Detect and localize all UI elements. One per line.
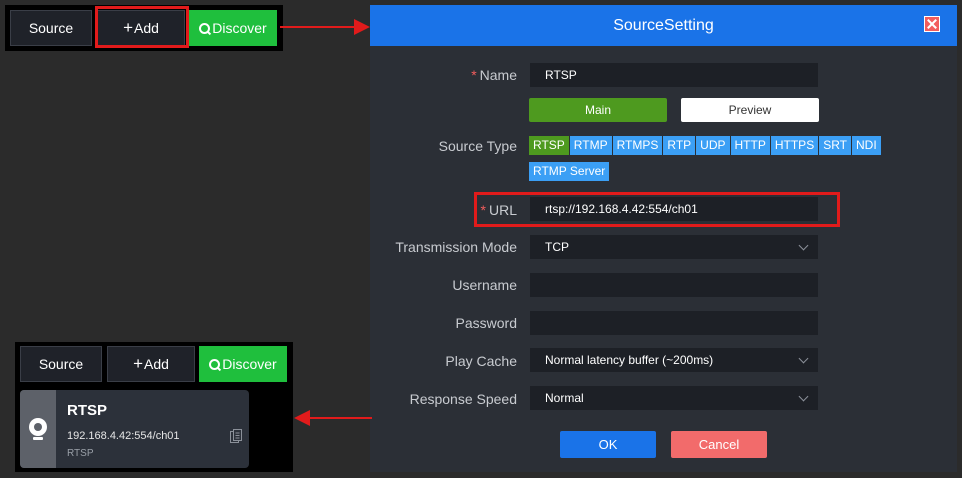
source-type-rtmps[interactable]: RTMPS — [612, 136, 663, 155]
dialog-header: SourceSetting — [370, 5, 957, 46]
transmission-mode-select[interactable]: TCP — [530, 235, 818, 259]
plus-icon: + — [133, 354, 143, 373]
name-input[interactable] — [530, 63, 818, 87]
source-url: 192.168.4.42:554/ch01 — [67, 430, 180, 442]
source-list: RTSP 192.168.4.42:554/ch01 RTSP — [15, 386, 293, 472]
chevron-down-icon — [798, 240, 809, 250]
add-button[interactable]: + Add — [107, 346, 195, 382]
discover-button-label: Discover — [222, 356, 277, 372]
source-type-http[interactable]: HTTP — [730, 136, 770, 155]
copy-icon[interactable] — [230, 429, 242, 443]
response-speed-label: Response Speed — [409, 391, 517, 407]
chevron-down-icon — [798, 391, 809, 401]
password-input[interactable] — [530, 311, 818, 335]
source-type-tag: RTSP — [67, 448, 94, 459]
tab-preview[interactable]: Preview — [681, 98, 819, 122]
source-thumbnail — [20, 390, 56, 468]
source-type-udp[interactable]: UDP — [696, 136, 730, 155]
username-label: Username — [452, 277, 517, 293]
play-cache-label: Play Cache — [445, 353, 517, 369]
source-type-rtmp[interactable]: RTMP — [569, 136, 612, 155]
discover-button[interactable]: Discover — [189, 10, 277, 46]
add-button-label: Add — [144, 356, 169, 372]
source-type-rtsp[interactable]: RTSP — [529, 136, 569, 155]
source-type-options: RTSP RTMP RTMPS RTP UDP HTTP HTTPS SRT NDI RTMP S… — [529, 136, 909, 188]
url-field-highlight — [474, 192, 840, 227]
source-button-label: Source — [38, 356, 84, 372]
response-speed-value: Normal — [545, 391, 584, 405]
cancel-button[interactable]: Cancel — [671, 431, 767, 458]
search-icon — [209, 358, 221, 370]
bottom-toolbar: Source + Add Discover — [15, 342, 293, 386]
tab-main[interactable]: Main — [529, 98, 667, 122]
close-icon[interactable] — [924, 16, 940, 32]
ok-button[interactable]: OK — [560, 431, 656, 458]
chevron-down-icon — [798, 353, 809, 363]
play-cache-value: Normal latency buffer (~200ms) — [545, 353, 714, 367]
source-type-rtp[interactable]: RTP — [663, 136, 696, 155]
source-button[interactable]: Source — [20, 346, 102, 382]
play-cache-select[interactable]: Normal latency buffer (~200ms) — [530, 348, 818, 372]
source-setting-dialog: SourceSetting *Name Main Preview Source … — [370, 5, 957, 472]
transmission-mode-label: Transmission Mode — [395, 239, 517, 255]
username-input[interactable] — [530, 273, 818, 297]
source-type-srt[interactable]: SRT — [819, 136, 851, 155]
name-label: * Name — [471, 67, 517, 83]
add-button-highlight — [95, 6, 189, 48]
required-marker: * — [471, 67, 477, 83]
response-speed-select[interactable]: Normal — [530, 386, 818, 410]
source-type-rtmp-server[interactable]: RTMP Server — [529, 162, 610, 181]
transmission-mode-value: TCP — [545, 240, 569, 254]
discover-button[interactable]: Discover — [199, 346, 287, 382]
source-type-ndi[interactable]: NDI — [852, 136, 881, 155]
source-type-https[interactable]: HTTPS — [770, 136, 819, 155]
source-name: RTSP — [67, 402, 108, 419]
webcam-icon — [29, 418, 47, 440]
search-icon — [199, 22, 211, 34]
source-card[interactable]: RTSP 192.168.4.42:554/ch01 RTSP — [20, 390, 249, 468]
discover-button-label: Discover — [212, 20, 267, 36]
password-label: Password — [455, 315, 517, 331]
source-button-label: Source — [28, 20, 74, 36]
source-button[interactable]: Source — [10, 10, 92, 46]
dialog-title: SourceSetting — [613, 16, 714, 34]
source-type-label: Source Type — [438, 138, 517, 154]
